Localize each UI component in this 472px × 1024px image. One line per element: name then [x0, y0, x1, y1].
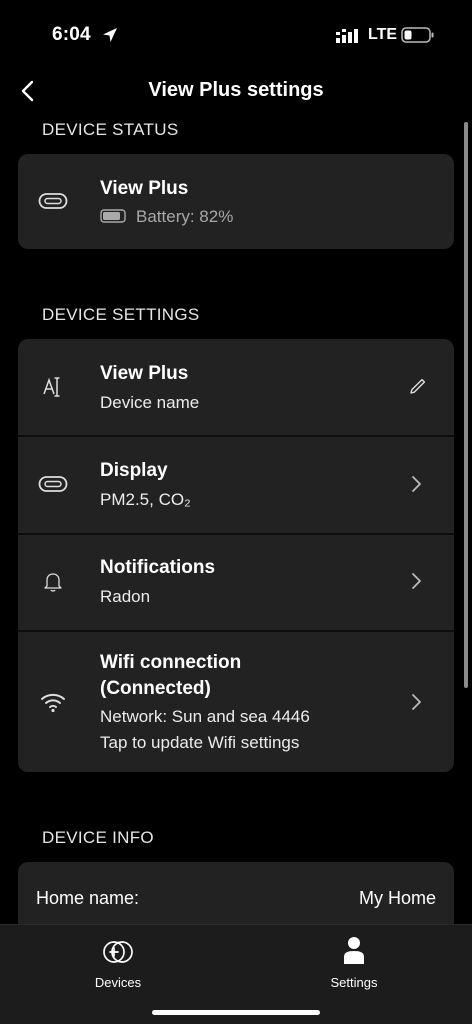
display-subtitle: PM2.5, CO₂ [100, 490, 191, 509]
network-type: LTE [368, 26, 398, 43]
location-arrow-icon [103, 28, 117, 42]
notifications-title: Notifications [100, 557, 216, 578]
device-name-row[interactable]: View Plus Device name [18, 339, 454, 435]
device-name-title: View Plus [100, 363, 189, 384]
device-pill-icon [38, 193, 68, 209]
device-status-header: DEVICE STATUS [42, 120, 179, 139]
page-title: View Plus settings [148, 79, 324, 101]
wifi-update-hint: Tap to update Wifi settings [100, 733, 300, 752]
notifications-subtitle: Radon [100, 587, 151, 606]
display-title: Display [100, 460, 168, 481]
wifi-title: Wifi connection [100, 652, 242, 673]
chevron-right-icon [412, 476, 421, 492]
navigation-bar: View Plus settings [0, 70, 472, 114]
chevron-right-icon [412, 694, 421, 710]
device-pill-icon [38, 476, 68, 492]
text-rename-icon [43, 377, 60, 397]
home-indicator [152, 1010, 320, 1015]
device-name: View Plus [100, 178, 189, 199]
wifi-icon [41, 693, 65, 713]
wifi-row[interactable]: Wifi connection (Connected) Network: Sun… [18, 632, 454, 772]
home-name-value: My Home [358, 888, 436, 908]
tab-devices[interactable]: Devices [58, 933, 178, 993]
wifi-network-name: Network: Sun and sea 4446 [100, 707, 310, 726]
tab-settings[interactable]: Settings [294, 933, 414, 993]
home-name-label: Home name: [36, 888, 140, 908]
tab-settings-label: Settings [330, 975, 378, 990]
person-icon [344, 937, 364, 964]
pencil-icon[interactable] [408, 376, 428, 396]
battery-icon [100, 209, 126, 223]
chevron-right-icon [412, 573, 421, 589]
battery-text: Battery: 82% [136, 207, 234, 226]
device-status-card: View Plus Battery: 82% [18, 154, 454, 249]
display-row[interactable]: Display PM2.5, CO₂ [18, 437, 454, 533]
tab-devices-label: Devices [94, 975, 142, 990]
device-settings-header: DEVICE SETTINGS [42, 305, 200, 324]
status-bar: 6:04 LTE [0, 0, 472, 70]
status-time: 6:04 [52, 24, 91, 45]
tab-bar: Devices Settings [0, 924, 472, 1024]
scroll-indicator[interactable] [464, 122, 468, 688]
wifi-connection-status: (Connected) [100, 678, 211, 699]
device-name-subtitle: Device name [100, 393, 200, 412]
notifications-row[interactable]: Notifications Radon [18, 535, 454, 630]
battery-status-icon [401, 27, 434, 43]
devices-icon [103, 941, 133, 963]
cellular-signal-icon [336, 29, 358, 43]
bell-icon [44, 573, 62, 592]
device-info-header: DEVICE INFO [42, 828, 154, 847]
device-settings-card: View Plus Device name Display PM2.5, CO₂… [18, 339, 454, 772]
